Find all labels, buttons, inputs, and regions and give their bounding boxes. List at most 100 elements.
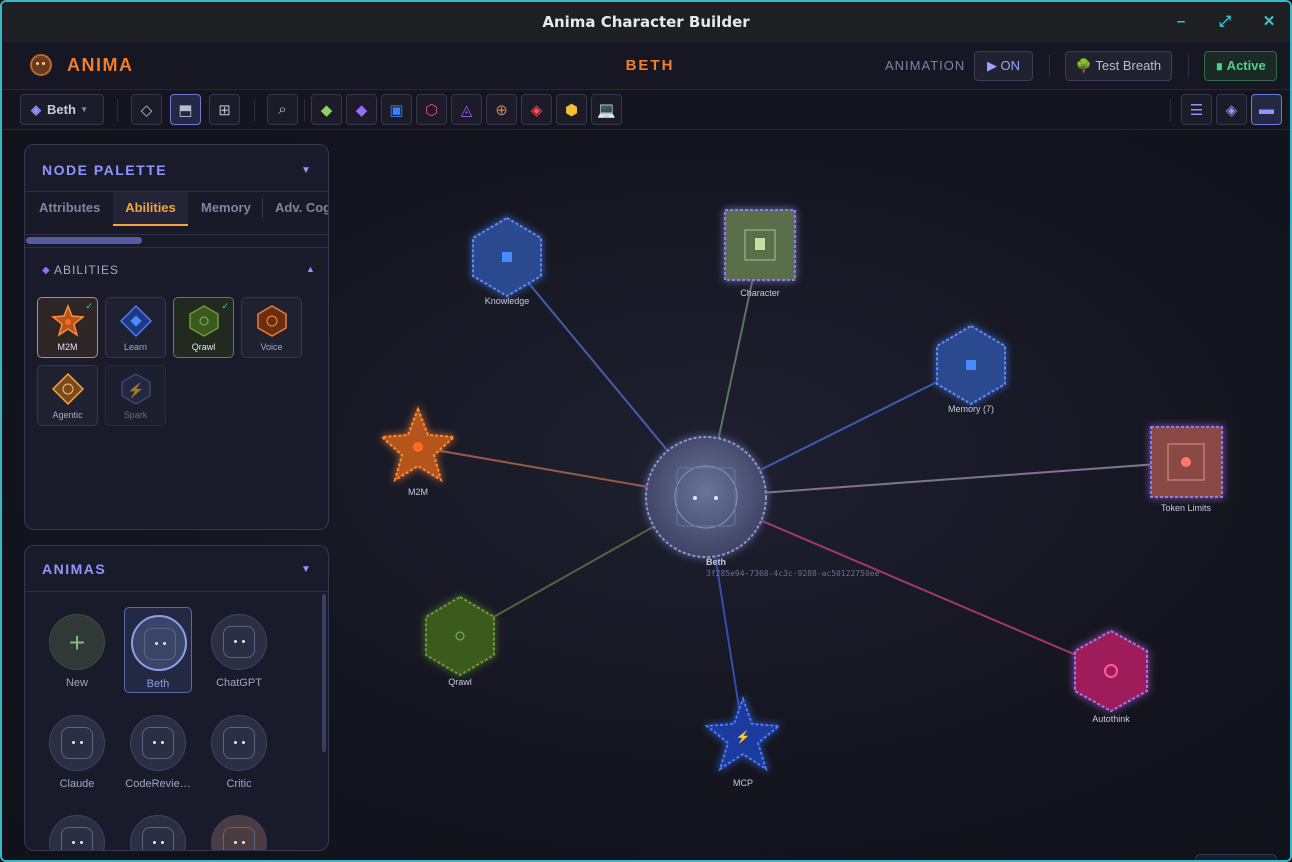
tab-attributes[interactable]: Attributes bbox=[39, 192, 100, 226]
view-grid-button[interactable]: ⊞ bbox=[209, 94, 240, 125]
node-label-autothink: Autothink bbox=[1092, 714, 1130, 724]
toolbar: ◈ Beth ▾ ◇ ⬒ ⊞ ⌕ ◆ ◆ ▣ ⬡ ◬ ⊕ ◈ ⬢ 💻 ☰ ◈ ▬ bbox=[2, 90, 1290, 130]
title-bar: Anima Character Builder – ⤢ ✕ bbox=[2, 2, 1290, 42]
chevron-up-icon[interactable]: ▲ bbox=[306, 264, 315, 274]
layers-button[interactable]: ◈ bbox=[1216, 94, 1247, 125]
animation-label: ANIMATION bbox=[885, 58, 966, 73]
character-node[interactable] bbox=[724, 209, 796, 281]
app-window: Anima Character Builder – ⤢ ✕ ANIMA BETH… bbox=[0, 0, 1292, 862]
laptop-icon[interactable]: 💻 bbox=[591, 94, 622, 125]
divider bbox=[25, 591, 328, 592]
anima-label: New bbox=[65, 677, 88, 689]
animas-panel: ANIMAS ▼ + New Beth ChatGPT Claude CodeR… bbox=[24, 545, 329, 851]
ability-m2m[interactable]: ✓ M2M bbox=[37, 297, 98, 358]
collapse-chevron-icon[interactable]: ▼ bbox=[301, 564, 311, 575]
collapse-chevron-icon[interactable]: ▼ bbox=[301, 165, 311, 176]
avatar bbox=[130, 815, 186, 850]
target-icon[interactable]: ⊕ bbox=[486, 94, 517, 125]
anima-partial[interactable] bbox=[205, 808, 273, 850]
node-label-beth: Beth bbox=[706, 557, 726, 567]
node-palette-title: NODE PALETTE bbox=[42, 162, 168, 178]
chevron-down-icon: ▾ bbox=[81, 104, 87, 114]
tab-adv-cog[interactable]: Adv. Cog bbox=[275, 192, 328, 226]
mcp-node[interactable]: ⚡ bbox=[704, 696, 782, 772]
anima-logo-icon bbox=[30, 54, 52, 76]
test-breath-button[interactable]: 🌳 Test Breath bbox=[1065, 51, 1172, 81]
ability-voice[interactable]: Voice bbox=[241, 297, 302, 358]
hexagon-icon[interactable]: ⬢ bbox=[556, 94, 587, 125]
diamond-icon[interactable]: ◆ bbox=[311, 94, 342, 125]
learn-diamond-icon bbox=[119, 304, 153, 338]
node-label-m2m: M2M bbox=[408, 487, 428, 497]
ability-label: Qrawl bbox=[191, 342, 216, 352]
divider bbox=[304, 99, 305, 121]
svg-text:⚡: ⚡ bbox=[127, 382, 144, 399]
memory-node[interactable] bbox=[936, 324, 1006, 406]
avatar bbox=[130, 715, 186, 771]
anima-chatgpt[interactable]: ChatGPT bbox=[205, 607, 273, 693]
view-panel-button[interactable]: ⬒ bbox=[170, 94, 201, 125]
diamond-icon[interactable]: ◈ bbox=[521, 94, 552, 125]
animation-on-button[interactable]: ▶ ON bbox=[974, 51, 1033, 81]
character-select-icon: ◈ bbox=[31, 101, 41, 117]
app-header: ANIMA BETH ANIMATION ▶ ON 🌳 Test Breath … bbox=[2, 42, 1290, 90]
svg-text:⚡: ⚡ bbox=[736, 730, 751, 744]
list-view-button[interactable]: ☰ bbox=[1181, 94, 1212, 125]
node-label-knowledge: Knowledge bbox=[484, 296, 530, 306]
node-label-qrawl: Qrawl bbox=[448, 677, 472, 687]
bottom-panel-tab[interactable] bbox=[1195, 854, 1277, 860]
ability-spark[interactable]: ⚡ Spark bbox=[105, 365, 166, 426]
character-name: BETH bbox=[625, 57, 675, 74]
node-label-mcp: MCP bbox=[733, 778, 753, 788]
anima-partial[interactable] bbox=[43, 808, 111, 850]
qrawl-node[interactable] bbox=[425, 595, 495, 677]
divider bbox=[1188, 55, 1189, 77]
center-node-beth[interactable] bbox=[645, 436, 767, 558]
voice-hexagon-icon bbox=[257, 305, 287, 337]
anima-codereviewer[interactable]: CodeRevie… bbox=[124, 708, 192, 794]
view-node-button[interactable]: ◇ bbox=[131, 94, 162, 125]
tab-memory[interactable]: Memory bbox=[201, 192, 251, 226]
divider bbox=[254, 99, 255, 121]
search-button[interactable]: ⌕ bbox=[267, 94, 298, 125]
avatar bbox=[211, 715, 267, 771]
anima-claude[interactable]: Claude bbox=[43, 708, 111, 794]
active-status-button[interactable]: ∎ Active bbox=[1204, 51, 1277, 81]
ability-label: Learn bbox=[123, 342, 148, 352]
tabs-scrollbar[interactable] bbox=[26, 236, 328, 244]
hexagon-icon[interactable]: ⬡ bbox=[416, 94, 447, 125]
character-select-value: Beth bbox=[47, 102, 76, 117]
animas-scrollbar[interactable] bbox=[322, 594, 326, 752]
avatar bbox=[49, 715, 105, 771]
anima-new[interactable]: + New bbox=[43, 607, 111, 693]
abilities-section-icon: ◆ bbox=[42, 265, 50, 276]
avatar bbox=[211, 614, 267, 670]
center-node-id: 3f285e94-7368-4c3c-9288-ac50122750ee bbox=[706, 569, 880, 578]
maximize-button[interactable]: ⤢ bbox=[1213, 10, 1237, 34]
spark-lightning-icon: ⚡ bbox=[121, 373, 151, 405]
window-title: Anima Character Builder bbox=[542, 13, 750, 31]
ability-learn[interactable]: Learn bbox=[105, 297, 166, 358]
anima-beth[interactable]: Beth bbox=[124, 607, 192, 693]
triangle-icon[interactable]: ◬ bbox=[451, 94, 482, 125]
ability-agentic[interactable]: Agentic bbox=[37, 365, 98, 426]
character-select[interactable]: ◈ Beth ▾ bbox=[20, 94, 104, 125]
autothink-node[interactable] bbox=[1074, 629, 1148, 713]
m2m-node[interactable] bbox=[379, 406, 457, 483]
token-limits-node[interactable] bbox=[1150, 426, 1223, 498]
avatar bbox=[131, 615, 187, 671]
ability-label: Voice bbox=[260, 342, 283, 352]
node-label-character: Character bbox=[740, 288, 780, 298]
diamond-icon[interactable]: ◆ bbox=[346, 94, 377, 125]
close-button[interactable]: ✕ bbox=[1257, 10, 1281, 34]
anima-label: ChatGPT bbox=[216, 677, 262, 689]
scrollbar-thumb[interactable] bbox=[26, 237, 142, 244]
anima-critic[interactable]: Critic bbox=[205, 708, 273, 794]
square-icon[interactable]: ▣ bbox=[381, 94, 412, 125]
divider bbox=[117, 99, 118, 121]
ability-qrawl[interactable]: ✓ Qrawl bbox=[173, 297, 234, 358]
minimize-button[interactable]: – bbox=[1169, 10, 1193, 34]
panel-toggle-button[interactable]: ▬ bbox=[1251, 94, 1282, 125]
tab-abilities[interactable]: Abilities bbox=[113, 192, 188, 226]
anima-partial[interactable] bbox=[124, 808, 192, 850]
